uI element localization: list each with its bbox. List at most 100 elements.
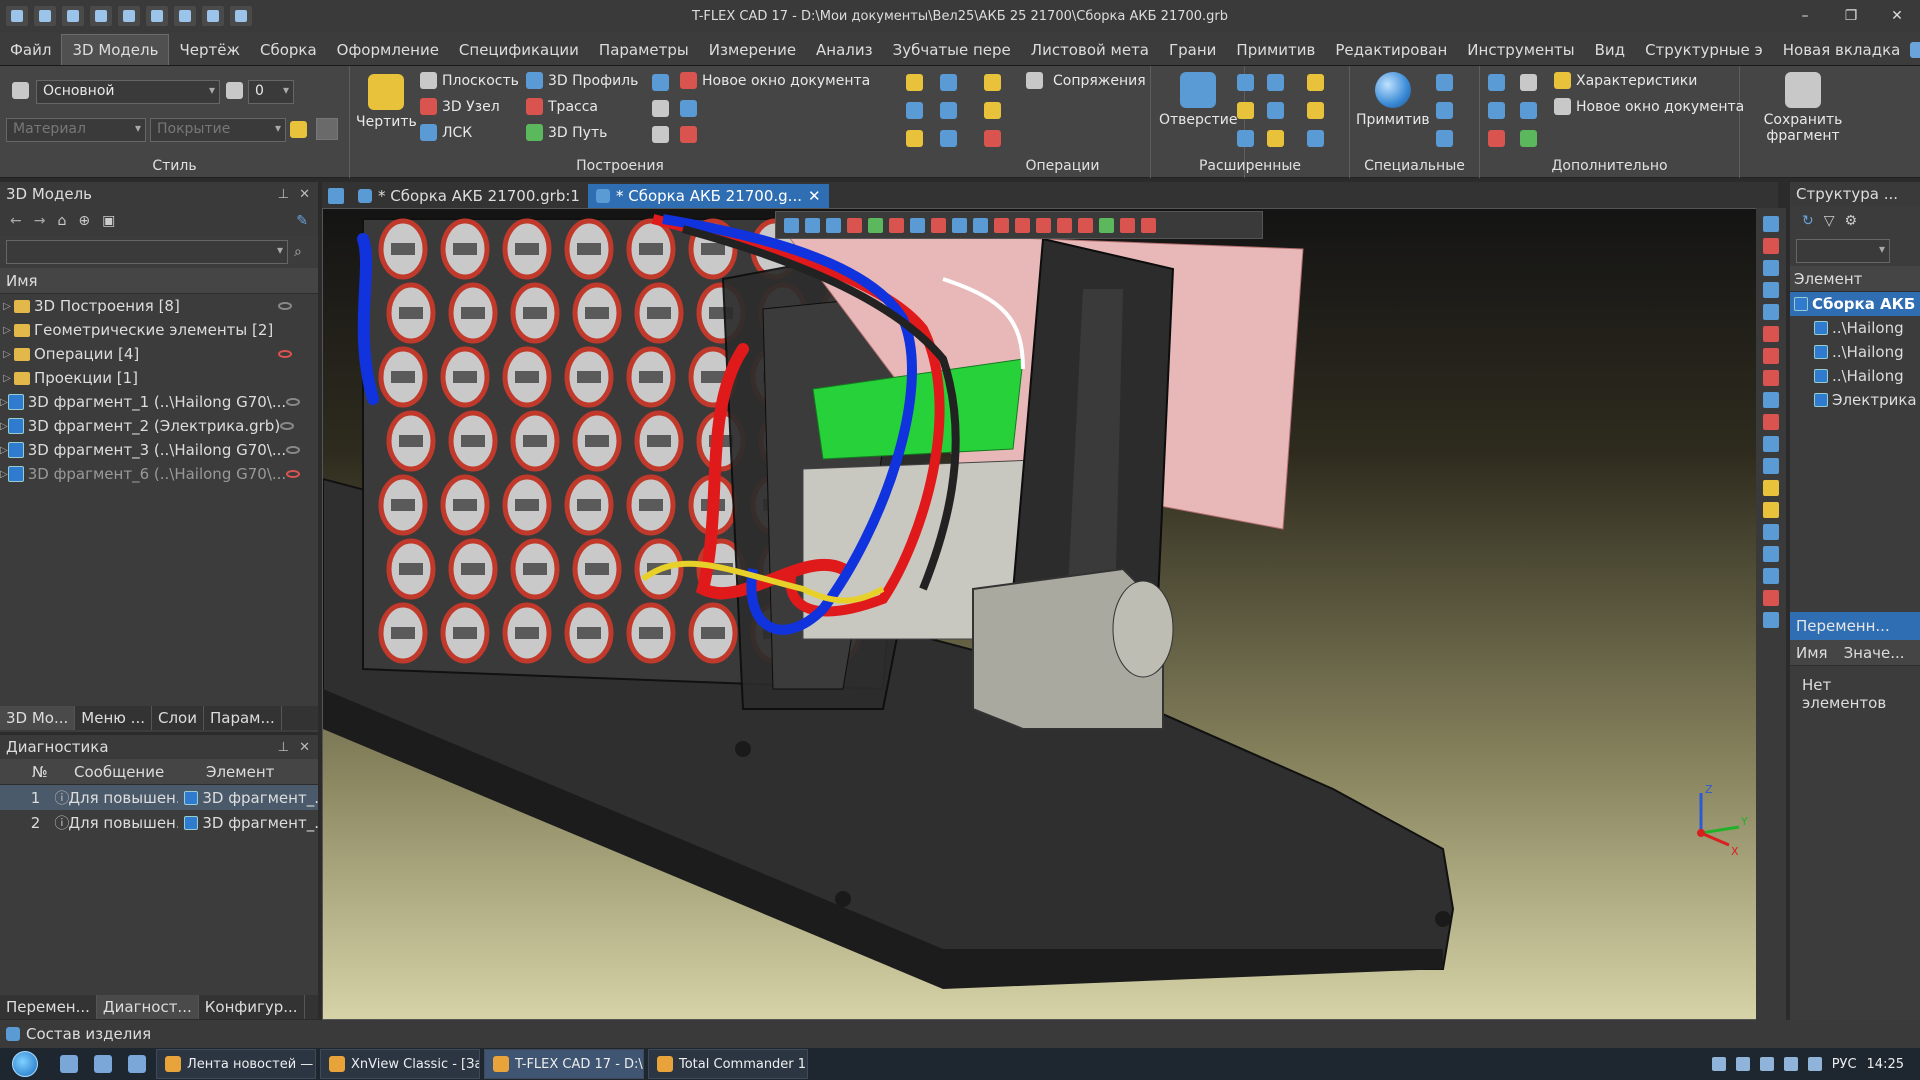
route-button[interactable]: Трасса (526, 98, 598, 115)
build-tool-icon-5[interactable] (680, 126, 697, 143)
op-rotate-icon[interactable] (940, 74, 957, 91)
view-tool-icon[interactable] (1763, 216, 1779, 232)
cancel-icon[interactable] (889, 217, 904, 233)
filter-select-icon[interactable] (784, 217, 799, 233)
op-boolean-icon[interactable] (940, 102, 957, 119)
print-icon[interactable] (146, 6, 168, 26)
document-tab[interactable]: * Сборка АКБ 21700.g... ✕ (587, 184, 829, 208)
structure-settings-icon[interactable]: ⚙ (1845, 213, 1858, 229)
ext-tool-icon-9[interactable] (1307, 130, 1324, 147)
structure-filter-select[interactable] (1796, 239, 1890, 263)
snap-face-icon[interactable] (994, 217, 1009, 233)
build-tool-icon-3[interactable] (652, 126, 669, 143)
model-bottom-tab[interactable]: 3D Мо... (0, 706, 76, 730)
node3d-button[interactable]: 3D Узел (420, 98, 500, 115)
build-tool-icon-4[interactable] (680, 100, 697, 117)
utility-icon[interactable] (94, 1055, 112, 1073)
diagnostics-bottom-tab[interactable]: Диагност... (96, 995, 199, 1019)
expand-icon[interactable]: ▷ (0, 397, 8, 408)
menu-tab[interactable]: Оформление (327, 35, 449, 65)
view-tool-icon[interactable] (1763, 260, 1779, 276)
snap-body-icon[interactable] (1036, 217, 1051, 233)
visibility-eye-icon[interactable] (278, 302, 292, 310)
col-message[interactable]: Сообщение (60, 763, 188, 781)
document-tab[interactable]: * Сборка АКБ 21700.grb:1 (350, 184, 588, 208)
taskbar-task[interactable]: Total Commander 11.... (648, 1049, 808, 1079)
tree-item[interactable]: ▷ 3D фрагмент_2 (Электрика.grb) (0, 414, 318, 438)
op-extrude-icon[interactable] (906, 74, 923, 91)
refresh-icon[interactable]: ↻ (1802, 213, 1814, 229)
view-tool-icon[interactable] (1763, 370, 1779, 386)
search-icon[interactable] (1910, 42, 1920, 58)
menu-tab[interactable]: Сборка (250, 35, 327, 65)
menu-tab[interactable]: Чертёж (169, 35, 250, 65)
view-tool-icon[interactable] (1763, 436, 1779, 452)
minimize-button[interactable]: – (1782, 0, 1828, 32)
tray-app2-icon[interactable] (1759, 1057, 1774, 1071)
table-row[interactable]: 1 ⓘ Для повышен... 3D фрагмент_... (0, 785, 318, 810)
plane-button[interactable]: Плоскость (420, 72, 519, 89)
redo-icon[interactable] (202, 6, 224, 26)
view-tool-icon[interactable] (1763, 304, 1779, 320)
layer-select[interactable]: Основной (36, 80, 220, 104)
menu-tab[interactable]: 3D Модель (61, 34, 170, 65)
taskbar-task[interactable]: XnView Classic - [Зах... (320, 1049, 480, 1079)
expand-icon[interactable]: ▷ (0, 421, 8, 432)
close-tab-icon[interactable]: ✕ (808, 187, 821, 205)
spec-tool-icon-3[interactable] (1436, 130, 1453, 147)
ext-tool-icon-3[interactable] (1307, 74, 1324, 91)
ext-tool-icon-4[interactable] (1237, 102, 1254, 119)
structure-item[interactable]: Сборка АКБ (1790, 292, 1920, 316)
op-loft-icon[interactable] (984, 74, 1001, 91)
tree-item[interactable]: ▷ 3D фрагмент_1 (..\Hailong G70\... (0, 390, 318, 414)
expand-icon[interactable]: ▷ (0, 325, 14, 336)
ext-tool-icon-6[interactable] (1307, 102, 1324, 119)
tree-item[interactable]: ▷ Проекции [1] (0, 366, 318, 390)
home-icon[interactable]: ⌂ (57, 213, 66, 229)
add-tool-icon-2[interactable] (1520, 74, 1537, 91)
characteristics-button[interactable]: Характеристики (1554, 72, 1697, 89)
op-shell-icon[interactable] (940, 130, 957, 147)
op-mirror-icon[interactable] (984, 130, 1001, 147)
ext-tool-icon-7[interactable] (1237, 130, 1254, 147)
element-column[interactable]: Элемент (1794, 270, 1862, 288)
close-panel-icon[interactable]: ✕ (299, 187, 310, 202)
view-tool-icon[interactable] (1763, 458, 1779, 474)
tree-item[interactable]: ▷ 3D фрагмент_6 (..\Hailong G70\... (0, 462, 318, 486)
diagnostics-bottom-tab[interactable]: Конфигур... (199, 995, 305, 1019)
primitive-button[interactable]: Примитив (1356, 72, 1430, 128)
ext-tool-icon-2[interactable] (1267, 74, 1284, 91)
visibility-eye-icon[interactable] (280, 422, 295, 430)
expand-icon[interactable]: ▷ (0, 373, 14, 384)
op-array-icon[interactable] (906, 130, 923, 147)
snap-edge-icon[interactable] (973, 217, 988, 233)
view-tool-icon[interactable] (1763, 326, 1779, 342)
menu-tab[interactable]: Новая вкладка (1773, 35, 1911, 65)
var-value-column[interactable]: Значе... (1844, 644, 1905, 662)
model-search-input[interactable] (6, 240, 288, 264)
tray-network-icon[interactable] (1783, 1057, 1798, 1071)
spec-tool-icon-2[interactable] (1436, 102, 1453, 119)
model-bottom-tab[interactable]: Меню ... (75, 706, 152, 730)
app-menu-icon[interactable] (6, 6, 28, 26)
visibility-eye-icon[interactable] (278, 350, 292, 358)
menu-tab[interactable]: Грани (1159, 35, 1226, 65)
hole-button[interactable]: Отверстие (1159, 72, 1238, 128)
snap-center-icon[interactable] (1057, 217, 1072, 233)
snap-vertex-icon[interactable] (1078, 217, 1093, 233)
confirm-icon[interactable] (868, 217, 883, 233)
forward-icon[interactable]: → (34, 213, 46, 229)
tree-item[interactable]: ▷ 3D Построения [8] (0, 294, 318, 318)
add-tool-icon-6[interactable] (1520, 130, 1537, 147)
profile3d-button[interactable]: 3D Профиль (526, 72, 638, 89)
model-bottom-tab[interactable]: Слои (152, 706, 204, 730)
view-tool-icon[interactable] (1763, 524, 1779, 540)
tray-app-icon[interactable] (1711, 1057, 1726, 1071)
build-tool-icon-1[interactable] (652, 74, 669, 91)
snap-point-icon[interactable] (931, 217, 946, 233)
new-window-button-2[interactable]: Новое окно документа (1554, 98, 1744, 115)
tree-item[interactable]: ▷ 3D фрагмент_3 (..\Hailong G70\... (0, 438, 318, 462)
restore-button[interactable]: ❐ (1828, 0, 1874, 32)
menu-tab[interactable]: Инструменты (1457, 35, 1584, 65)
tray-usb-icon[interactable] (1735, 1057, 1750, 1071)
